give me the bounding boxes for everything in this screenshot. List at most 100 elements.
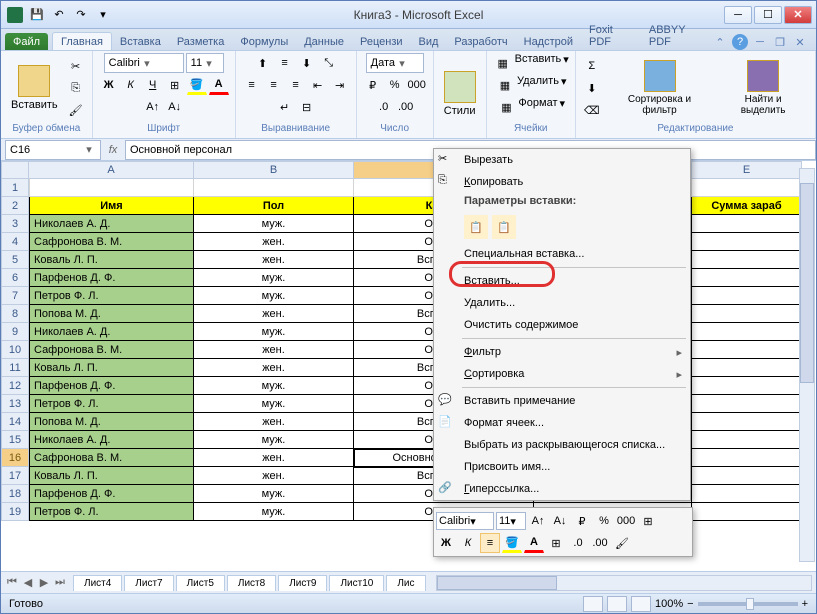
cell[interactable]: Парфенов Д. Ф. bbox=[29, 269, 194, 287]
fx-icon[interactable]: fx bbox=[101, 144, 125, 156]
tab-foxit[interactable]: Foxit PDF bbox=[581, 21, 641, 50]
row-header[interactable]: 4 bbox=[1, 233, 29, 251]
col-header-b[interactable]: B bbox=[194, 161, 354, 179]
mdi-min-icon[interactable]: ─ bbox=[752, 34, 768, 50]
sheet-tab[interactable]: Лист9 bbox=[278, 575, 327, 591]
cell[interactable]: Петров Ф. Л. bbox=[29, 395, 194, 413]
indent-inc-icon[interactable]: ⇥ bbox=[330, 75, 350, 95]
tab-abbyy[interactable]: ABBYY PDF bbox=[641, 21, 712, 50]
row-header[interactable]: 14 bbox=[1, 413, 29, 431]
select-all-corner[interactable] bbox=[1, 161, 29, 179]
ctx-insert[interactable]: Вставить... bbox=[434, 270, 690, 292]
tab-insert[interactable]: Вставка bbox=[112, 33, 169, 50]
cut-icon[interactable]: ✂ bbox=[66, 56, 86, 76]
align-top-icon[interactable]: ⬆ bbox=[253, 53, 273, 73]
tab-view[interactable]: Вид bbox=[411, 33, 447, 50]
sheet-tab[interactable]: Лист8 bbox=[227, 575, 276, 591]
row-header[interactable]: 13 bbox=[1, 395, 29, 413]
row-header[interactable]: 18 bbox=[1, 485, 29, 503]
merge-icon[interactable]: ⊟ bbox=[297, 97, 317, 117]
cell[interactable]: Сафронова В. М. bbox=[29, 449, 194, 467]
number-format-combo[interactable]: Дата▾ bbox=[366, 53, 424, 73]
tab-data[interactable]: Данные bbox=[296, 33, 352, 50]
sheet-tab[interactable]: Лист5 bbox=[176, 575, 225, 591]
cell[interactable] bbox=[692, 341, 802, 359]
cell[interactable]: жен. bbox=[194, 413, 354, 431]
cell[interactable] bbox=[692, 467, 802, 485]
cell[interactable] bbox=[692, 503, 802, 521]
inc-dec-icon[interactable]: .0 bbox=[374, 97, 394, 117]
mdi-close-icon[interactable]: ✕ bbox=[792, 34, 808, 50]
zoom-out-icon[interactable]: − bbox=[687, 598, 693, 610]
tab-addin[interactable]: Надстрой bbox=[516, 33, 581, 50]
row-header[interactable]: 1 bbox=[1, 179, 29, 197]
format-painter-icon[interactable]: 🖌 bbox=[66, 100, 86, 120]
cell[interactable] bbox=[692, 233, 802, 251]
orient-icon[interactable]: ⤡ bbox=[319, 53, 339, 73]
ctx-delete[interactable]: Удалить... bbox=[434, 292, 690, 314]
row-header[interactable]: 2 bbox=[1, 197, 29, 215]
cell[interactable]: жен. bbox=[194, 251, 354, 269]
cell[interactable]: жен. bbox=[194, 467, 354, 485]
view-layout-icon[interactable] bbox=[607, 596, 627, 612]
ribbon-min-icon[interactable]: ⌃ bbox=[712, 34, 728, 50]
mdi-restore-icon[interactable]: ❐ bbox=[772, 34, 788, 50]
row-header[interactable]: 9 bbox=[1, 323, 29, 341]
qat-more-icon[interactable]: ▾ bbox=[93, 5, 113, 25]
cell[interactable]: муж. bbox=[194, 215, 354, 233]
align-right-icon[interactable]: ≡ bbox=[286, 75, 306, 95]
font-name-combo[interactable]: Calibri▾ bbox=[104, 53, 184, 73]
row-header[interactable]: 15 bbox=[1, 431, 29, 449]
row-header[interactable]: 10 bbox=[1, 341, 29, 359]
row-header[interactable]: 8 bbox=[1, 305, 29, 323]
col-header-a[interactable]: A bbox=[29, 161, 194, 179]
undo-icon[interactable]: ↶ bbox=[49, 5, 69, 25]
tab-review[interactable]: Рецензи bbox=[352, 33, 411, 50]
ctx-paste-special[interactable]: Специальная вставка... bbox=[434, 243, 690, 265]
paste-opt-2[interactable]: 📋 bbox=[492, 215, 516, 239]
help-icon[interactable]: ? bbox=[732, 34, 748, 50]
tab-formulas[interactable]: Формулы bbox=[232, 33, 296, 50]
cell[interactable]: Сафронова В. М. bbox=[29, 341, 194, 359]
cell[interactable] bbox=[692, 431, 802, 449]
ctx-copy[interactable]: ⎘Копировать bbox=[434, 171, 690, 193]
font-color-icon[interactable]: A bbox=[209, 75, 229, 95]
cell[interactable] bbox=[692, 323, 802, 341]
name-box[interactable]: C16▾ bbox=[5, 140, 101, 160]
minimize-button[interactable]: ─ bbox=[724, 6, 752, 24]
mini-border-icon[interactable]: ⊞ bbox=[638, 511, 658, 531]
insert-cells-button[interactable]: ▦Вставить▾ bbox=[493, 53, 569, 73]
cell[interactable] bbox=[692, 269, 802, 287]
cell[interactable]: Попова М. Д. bbox=[29, 413, 194, 431]
redo-icon[interactable]: ↷ bbox=[71, 5, 91, 25]
view-break-icon[interactable] bbox=[631, 596, 651, 612]
cell[interactable]: муж. bbox=[194, 269, 354, 287]
ctx-format[interactable]: 📄Формат ячеек... bbox=[434, 412, 690, 434]
view-normal-icon[interactable] bbox=[583, 596, 603, 612]
tab-layout[interactable]: Разметка bbox=[169, 33, 233, 50]
cell[interactable]: Николаев А. Д. bbox=[29, 323, 194, 341]
zoom-in-icon[interactable]: + bbox=[802, 598, 808, 610]
save-icon[interactable]: 💾 bbox=[27, 5, 47, 25]
indent-dec-icon[interactable]: ⇤ bbox=[308, 75, 328, 95]
tab-dev[interactable]: Разработч bbox=[446, 33, 515, 50]
cell[interactable]: Коваль Л. П. bbox=[29, 359, 194, 377]
font-size-combo[interactable]: 11▾ bbox=[186, 53, 224, 73]
cell[interactable] bbox=[692, 359, 802, 377]
fill-icon[interactable]: ⬇ bbox=[582, 78, 602, 98]
cell[interactable]: муж. bbox=[194, 503, 354, 521]
cell[interactable]: жен. bbox=[194, 305, 354, 323]
excel-icon[interactable] bbox=[5, 5, 25, 25]
row-header[interactable]: 16 bbox=[1, 449, 29, 467]
row-header[interactable]: 5 bbox=[1, 251, 29, 269]
close-button[interactable]: ✕ bbox=[784, 6, 812, 24]
cell[interactable]: Парфенов Д. Ф. bbox=[29, 485, 194, 503]
ctx-sort[interactable]: Сортировка▸ bbox=[434, 363, 690, 385]
cell[interactable]: жен. bbox=[194, 233, 354, 251]
vertical-scrollbar[interactable] bbox=[799, 168, 815, 562]
row-header[interactable]: 19 bbox=[1, 503, 29, 521]
cell[interactable]: Сафронова В. М. bbox=[29, 233, 194, 251]
row-header[interactable]: 3 bbox=[1, 215, 29, 233]
align-mid-icon[interactable]: ≡ bbox=[275, 53, 295, 73]
cell[interactable] bbox=[692, 287, 802, 305]
